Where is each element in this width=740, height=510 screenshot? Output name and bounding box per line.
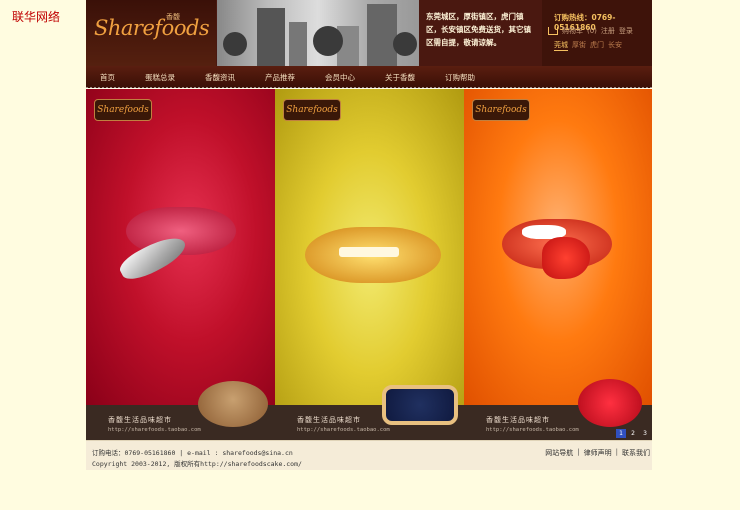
logo-text: Sharefoods xyxy=(94,16,210,40)
panel-logo: Sharefoods xyxy=(472,99,530,121)
pager-button[interactable]: 2 xyxy=(628,429,638,438)
link-separator: | xyxy=(615,448,618,456)
slogan-url: http://sharefoods.taobao.com xyxy=(486,427,579,433)
footer-copyright: Copyright 2003-2012, 版权所有http://sharefoo… xyxy=(92,460,302,468)
teeth-image xyxy=(339,247,399,257)
banner-pager: 123 xyxy=(616,429,650,438)
city-link[interactable]: 厚街 xyxy=(572,40,586,51)
cake-image-strawberry xyxy=(578,379,642,427)
footer-link[interactable]: 网站导航 xyxy=(545,448,573,458)
banner-panel-yellow: Sharefoods xyxy=(275,89,464,405)
panel-logo: Sharefoods xyxy=(94,99,152,121)
footer-contact: 订购电话：0769-05161860 | e-mail : sharefoods… xyxy=(92,449,293,457)
login-link[interactable]: 登录 xyxy=(619,26,633,36)
slogan: 香馥生活品味超市 xyxy=(297,416,361,424)
footer-links: 网站导航 | 律师声明 | 联系我们 xyxy=(545,448,650,458)
cake-image-chestnut xyxy=(198,381,268,427)
logo-cn: 香馥 xyxy=(166,13,180,21)
nav-item[interactable]: 产品推荐 xyxy=(265,72,295,83)
main-nav: 首页 蛋糕总录 香馥资讯 产品推荐 会员中心 关于香馥 订购帮助 xyxy=(86,66,652,88)
slogan-url: http://sharefoods.taobao.com xyxy=(108,427,201,433)
nav-item[interactable]: 会员中心 xyxy=(325,72,355,83)
header-right: 订购热线：0769-05161860 购物车 (0) 注册 登录 莞城 厚街 虎门长… xyxy=(542,0,652,66)
footer-link[interactable]: 联系我们 xyxy=(622,448,650,458)
nav-item[interactable]: 订购帮助 xyxy=(445,72,475,83)
slogan: 香馥生活品味超市 xyxy=(486,416,550,424)
footer-info: 订购电话：0769-05161860 | e-mail : sharefoods… xyxy=(92,448,302,470)
site-container: Sharefoods 香馥 东莞城区，厚街镇区，虎门镇区，长安镇区免费送货，其它… xyxy=(86,0,652,470)
header-photo xyxy=(217,0,419,66)
cake-image-blueberry xyxy=(382,385,458,425)
cart-count: (0) xyxy=(587,27,597,35)
city-link[interactable]: 长安 xyxy=(608,40,622,51)
delivery-notice: 东莞城区，厚街镇区，虎门镇区，长安镇区免费送货，其它镇区需自提，敬请谅解。 xyxy=(426,12,531,47)
slogan: 香馥生活品味超市 xyxy=(108,416,172,424)
city-link[interactable]: 莞城 xyxy=(554,40,568,51)
header: Sharefoods 香馥 东莞城区，厚街镇区，虎门镇区，长安镇区免费送货，其它… xyxy=(86,0,652,66)
nav-item[interactable]: 首页 xyxy=(100,72,115,83)
banner-strip: 香馥生活品味超市 http://sharefoods.taobao.com 香馥… xyxy=(86,405,652,440)
pager-button[interactable]: 1 xyxy=(616,429,626,438)
nav-item[interactable]: 关于香馥 xyxy=(385,72,415,83)
banner[interactable]: Sharefoods Sharefoods Sharefoods 香馥生活品味超… xyxy=(86,89,652,440)
footer-link[interactable]: 律师声明 xyxy=(584,448,612,458)
footer: 订购电话：0769-05161860 | e-mail : sharefoods… xyxy=(86,440,652,470)
city-selector: 莞城 厚街 虎门 长安 xyxy=(554,40,622,51)
corner-label: 联华网络 xyxy=(12,10,61,24)
cart-link[interactable]: 购物车 xyxy=(562,26,583,36)
banner-panel-orange: Sharefoods xyxy=(464,89,652,405)
cart-icon[interactable] xyxy=(548,27,558,35)
register-link[interactable]: 注册 xyxy=(601,26,615,36)
panel-logo: Sharefoods xyxy=(283,99,341,121)
logo[interactable]: Sharefoods 香馥 xyxy=(86,0,216,66)
pager-button[interactable]: 3 xyxy=(640,429,650,438)
cart-row: 购物车 (0) 注册 登录 xyxy=(548,26,633,36)
strawberry-image xyxy=(542,237,590,279)
city-link[interactable]: 虎门 xyxy=(590,40,604,51)
nav-item[interactable]: 香馥资讯 xyxy=(205,72,235,83)
link-separator: | xyxy=(577,448,580,456)
nav-item[interactable]: 蛋糕总录 xyxy=(145,72,175,83)
banner-panel-red: Sharefoods xyxy=(86,89,275,405)
slogan-url: http://sharefoods.taobao.com xyxy=(297,427,390,433)
